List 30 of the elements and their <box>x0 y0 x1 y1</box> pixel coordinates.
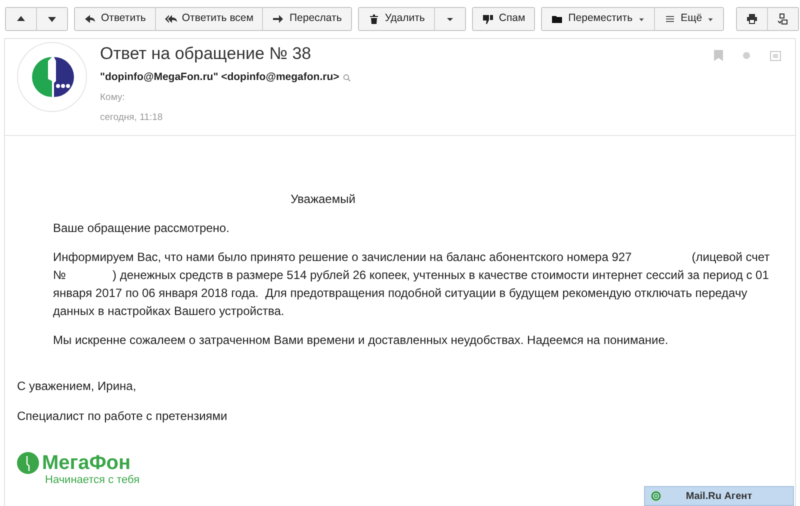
reply-all-icon <box>164 13 177 25</box>
folder-icon <box>551 13 564 25</box>
spam-button[interactable]: Спам <box>472 8 534 30</box>
brand-logo-text: МегаФон <box>42 452 131 474</box>
reply-icon <box>84 13 96 25</box>
megafon-logo-icon <box>17 452 39 474</box>
message-date: сегодня, 11:18 <box>100 111 164 125</box>
dot-icon[interactable] <box>743 52 750 58</box>
search-icon[interactable] <box>343 74 352 82</box>
forward-arrow-icon <box>272 13 284 25</box>
subject: Ответ на обращение № 38 <box>100 43 312 65</box>
recipient-label: Кому: <box>100 90 126 105</box>
translate-button[interactable] <box>767 8 798 30</box>
slogan: Начинается с тебя <box>45 474 141 486</box>
signature-line: Специалист по работе с претензиями <box>17 408 228 424</box>
menu-icon <box>664 13 676 25</box>
printer-icon <box>746 13 758 25</box>
more-button[interactable]: Ещё <box>654 8 724 30</box>
sender-address[interactable]: "dopinfo@MegaFon.ru" <dopinfo@megafon.ru> <box>100 70 340 86</box>
trash-icon <box>368 13 380 25</box>
next-button[interactable] <box>36 8 67 30</box>
body-paragraph: Информируем Вас, что нами было принято решение о зачислении на баланс абонентского номера 927 (лицевой счет № ) денежных средств в размере 514 рублей 26 копеек, учтенных в качестве стоимости интернет сессий за период с 01 января 2017 по 06 января 2018 года. Для предотвращения подобной ситуации в будущем рекомендую отключать передачу данных в настройках Вашего устройства. <box>53 249 771 320</box>
body-paragraph: Мы искренне сожалеем о затраченном Вами времени и доставленных неудобствах. Надеемся на понимание. <box>53 332 670 349</box>
megafon-logo-icon <box>30 55 74 99</box>
greeting: Уважаемый <box>290 192 356 206</box>
body-paragraph: Ваше обращение рассмотрено. <box>53 220 230 237</box>
thumbs-down-icon <box>482 13 494 25</box>
signature-line: С уважением, Ирина, <box>17 378 138 394</box>
agent-bar[interactable]: Mail.Ru Агент <box>644 486 794 506</box>
forward-button[interactable]: Переслать <box>262 8 351 30</box>
